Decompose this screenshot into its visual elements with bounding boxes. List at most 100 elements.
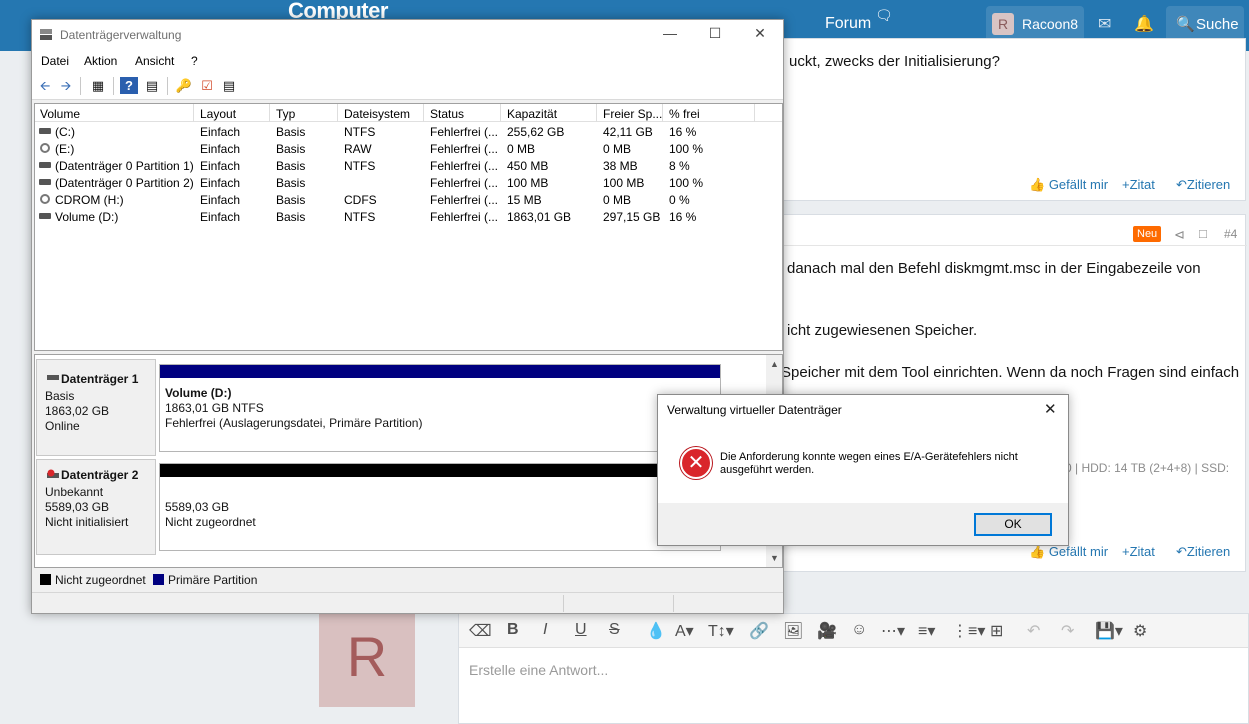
undo-icon[interactable]: ↶ <box>1027 621 1040 641</box>
volume-cell-typ: Basis <box>276 125 306 139</box>
legend-swatch-unallocated <box>40 574 51 585</box>
column-separator[interactable] <box>193 104 194 122</box>
minimize-button[interactable]: — <box>660 25 680 41</box>
checklist-icon[interactable]: ☑ <box>198 77 216 94</box>
col-freier-speicher[interactable]: Freier Sp... <box>603 107 662 121</box>
cd-drive-icon <box>40 194 50 204</box>
disk-2-label[interactable]: Datenträger 2 Unbekannt 5589,03 GB Nicht… <box>36 459 156 555</box>
dialog-close-button[interactable]: ✕ <box>1044 400 1057 418</box>
search-button[interactable]: 🔍 Suche <box>1166 6 1244 42</box>
font-family-icon[interactable]: A▾ <box>675 621 694 641</box>
partition-volume-d[interactable]: Volume (D:) 1863,01 GB NTFS Fehlerfrei (… <box>159 364 721 452</box>
nav-forum[interactable]: Forum <box>825 15 871 33</box>
smiley-icon[interactable]: ☺ <box>851 621 867 639</box>
column-separator[interactable] <box>596 104 597 122</box>
volume-list-header: Volume Layout Typ Dateisystem Status Kap… <box>35 104 782 122</box>
column-separator[interactable] <box>500 104 501 122</box>
menu-help[interactable]: ? <box>191 54 198 68</box>
partition-name: Volume (D:) <box>165 386 232 400</box>
partition-status: Nicht zugeordnet <box>165 515 256 529</box>
col-status[interactable]: Status <box>430 107 464 121</box>
media-icon[interactable]: 🎥 <box>817 621 837 641</box>
quote-label: Zitieren <box>1186 544 1231 559</box>
eraser-icon[interactable]: ⌫ <box>469 621 492 641</box>
volume-row[interactable]: (Datenträger 0 Partition 1) Einfach Basis N… <box>35 157 782 174</box>
underline-icon[interactable]: U <box>575 621 587 639</box>
partition-unallocated[interactable]: 5589,03 GB Nicht zugeordnet <box>159 463 721 551</box>
text-color-icon[interactable]: 💧 <box>646 621 666 641</box>
volume-row[interactable]: (E:) Einfach Basis RAW Fehlerfrei (... 0 MB 0 … <box>35 140 782 157</box>
bookmark-icon[interactable]: □ <box>1199 226 1207 241</box>
maximize-button[interactable]: ☐ <box>705 25 725 42</box>
forum-post-3: uckt, zwecks der Initialisierung? 👍 Gefä… <box>770 38 1246 201</box>
multiquote-button[interactable]: +Zitat <box>1122 544 1155 559</box>
col-dateisystem[interactable]: Dateisystem <box>344 107 410 121</box>
help-icon[interactable]: ? <box>120 77 138 94</box>
cd-drive-icon <box>40 143 50 153</box>
menu-ansicht[interactable]: Ansicht <box>135 54 174 68</box>
drive-icon <box>39 213 51 219</box>
volume-row[interactable]: (Datenträger 0 Partition 2) Einfach Basis F… <box>35 174 782 191</box>
post-number[interactable]: #4 <box>1224 227 1237 241</box>
menu-aktion[interactable]: Aktion <box>84 54 117 68</box>
new-posts-icon[interactable]: 🗨 <box>875 7 893 24</box>
column-separator[interactable] <box>662 104 663 122</box>
window-title: Datenträgerverwaltung <box>60 28 182 42</box>
quote-button[interactable]: ↶Zitieren <box>1176 544 1230 560</box>
col-prozent-frei[interactable]: % frei <box>669 107 700 121</box>
column-separator[interactable] <box>423 104 424 122</box>
align-icon[interactable]: ≡▾ <box>918 621 935 641</box>
action-pane-icon[interactable]: ▤ <box>143 77 161 94</box>
redo-icon[interactable]: ↷ <box>1061 621 1074 641</box>
volume-cell-volume: Volume (D:) <box>55 210 119 224</box>
column-separator[interactable] <box>754 104 755 122</box>
toolbar-separator <box>80 77 81 95</box>
column-separator[interactable] <box>337 104 338 122</box>
menu-datei[interactable]: Datei <box>41 54 69 68</box>
volume-list[interactable]: Volume Layout Typ Dateisystem Status Kap… <box>34 103 783 351</box>
multiquote-button[interactable]: +Zitat <box>1122 177 1155 192</box>
link-icon[interactable]: 🔗 <box>749 621 769 641</box>
properties-icon[interactable]: ▤ <box>220 77 238 94</box>
quote-button[interactable]: ↶Zitieren <box>1176 177 1230 193</box>
col-typ[interactable]: Typ <box>276 107 295 121</box>
user-menu[interactable]: R Racoon8 <box>986 6 1084 42</box>
post-divider <box>771 245 1247 246</box>
more-icon[interactable]: ⋯▾ <box>881 621 905 641</box>
connect-disk-icon[interactable]: 🔑 <box>175 77 193 94</box>
console-tree-icon[interactable]: ▦ <box>89 77 107 94</box>
volume-cell-layout: Einfach <box>200 159 241 173</box>
save-draft-icon[interactable]: 💾▾ <box>1095 621 1123 641</box>
strikethrough-icon[interactable]: S <box>609 621 620 639</box>
disk-1-label[interactable]: Datenträger 1 Basis 1863,02 GB Online <box>36 359 156 456</box>
italic-icon[interactable]: I <box>543 621 547 639</box>
ok-button[interactable]: OK <box>974 513 1052 536</box>
envelope-icon[interactable]: ✉ <box>1098 14 1111 34</box>
image-icon[interactable]: 🖼 <box>783 621 803 641</box>
bold-icon[interactable]: B <box>507 621 519 639</box>
close-button[interactable]: ✕ <box>750 25 770 42</box>
column-separator[interactable] <box>269 104 270 122</box>
status-separator <box>563 595 564 612</box>
forward-icon[interactable]: 🡪 <box>57 77 75 94</box>
volume-row[interactable]: CDROM (H:) Einfach Basis CDFS Fehlerfrei (..… <box>35 191 782 208</box>
gear-icon[interactable]: ⚙ <box>1133 621 1147 641</box>
volume-row[interactable]: (C:) Einfach Basis NTFS Fehlerfrei (... 255,6… <box>35 123 782 140</box>
table-icon[interactable]: ⊞ <box>990 621 1003 641</box>
col-layout[interactable]: Layout <box>200 107 236 121</box>
back-icon[interactable]: 🡨 <box>36 77 54 94</box>
col-volume[interactable]: Volume <box>40 107 80 121</box>
volume-row[interactable]: Volume (D:) Einfach Basis NTFS Fehlerfrei (.… <box>35 208 782 225</box>
like-button[interactable]: 👍 Gefällt mir <box>1029 177 1108 193</box>
scroll-down-icon[interactable]: ▼ <box>770 553 779 563</box>
volume-cell-layout: Einfach <box>200 176 241 190</box>
like-button[interactable]: 👍 Gefällt mir <box>1029 544 1108 560</box>
scroll-up-icon[interactable]: ▲ <box>770 359 779 369</box>
col-kapazitaet[interactable]: Kapazität <box>507 107 557 121</box>
share-icon[interactable]: ⊲ <box>1174 227 1185 243</box>
bell-icon[interactable]: 🔔 <box>1134 14 1154 34</box>
font-size-icon[interactable]: T↕▾ <box>708 621 734 641</box>
window-titlebar[interactable]: Datenträgerverwaltung — ☐ ✕ <box>32 20 783 50</box>
reply-editor[interactable]: ⌫ B I U S 💧 A▾ T↕▾ 🔗 🖼 🎥 ☺ ⋯▾ ≡▾ ⋮≡▾ ⊞ ↶… <box>458 613 1249 724</box>
list-icon[interactable]: ⋮≡▾ <box>952 621 985 641</box>
